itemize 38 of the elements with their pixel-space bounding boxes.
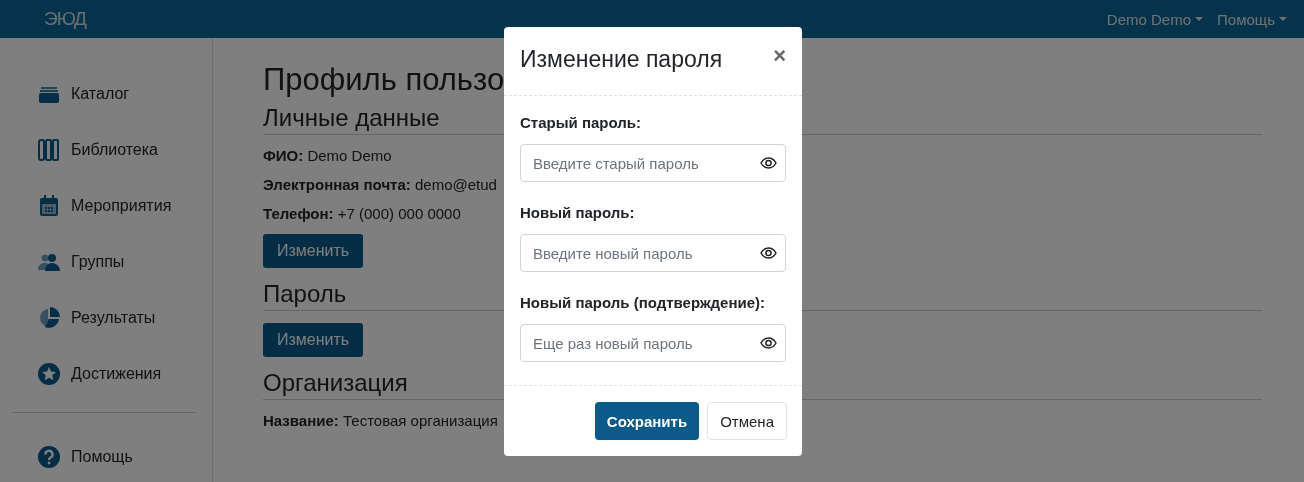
- sidebar-item[interactable]: Каталог: [0, 66, 212, 122]
- nav-menu[interactable]: Помощь: [1217, 10, 1287, 28]
- eye-icon[interactable]: [760, 337, 777, 349]
- password-field[interactable]: Введите новый пароль: [520, 234, 786, 272]
- caret-icon: [1195, 17, 1204, 21]
- sidebar-item[interactable]: Результаты: [0, 290, 212, 346]
- calendar-icon: [39, 195, 59, 217]
- logo[interactable]: ЭЮД: [44, 8, 86, 30]
- sidebar-item[interactable]: Группы: [0, 234, 212, 290]
- eye-icon[interactable]: [760, 157, 777, 169]
- password-field[interactable]: Введите старый пароль: [520, 144, 786, 182]
- pie-chart-icon: [38, 307, 60, 329]
- edit-button[interactable]: Изменить: [263, 234, 364, 268]
- users-icon: [38, 253, 60, 271]
- field-label: Новый пароль:: [520, 204, 636, 221]
- page-title: Профиль пользо: [263, 62, 505, 98]
- caret-icon: [1279, 17, 1287, 21]
- sidebar-item[interactable]: Библиотека: [0, 122, 212, 178]
- tray-icon: [38, 85, 60, 103]
- save-button[interactable]: Сохранить: [594, 402, 700, 440]
- cancel-button[interactable]: Отмена: [707, 402, 787, 440]
- field-label: Новый пароль (подтверждение):: [520, 294, 767, 311]
- profile-field: Телефон: +7 (000) 000 0000: [263, 205, 461, 222]
- close-button[interactable]: ×: [773, 46, 786, 66]
- edit-button[interactable]: Изменить: [263, 323, 364, 357]
- password-field[interactable]: Еще раз новый пароль: [520, 324, 786, 362]
- sidebar-item[interactable]: Мероприятия: [0, 178, 212, 234]
- field-label: Старый пароль:: [520, 114, 642, 131]
- help-icon: [38, 446, 60, 468]
- eye-icon[interactable]: [760, 247, 777, 259]
- nav-menu[interactable]: Demo Demo: [1106, 10, 1204, 28]
- profile-field: ФИО: Demo Demo: [263, 147, 392, 164]
- profile-field: Электронная почта: demo@etud: [263, 176, 497, 193]
- dialog-title: Изменение пароля: [520, 46, 723, 73]
- sidebar-item[interactable]: Помощь: [0, 429, 212, 482]
- profile-field: Название: Тестовая организация: [263, 412, 498, 429]
- books-icon: [38, 139, 60, 161]
- sidebar-item[interactable]: Достижения: [0, 346, 212, 402]
